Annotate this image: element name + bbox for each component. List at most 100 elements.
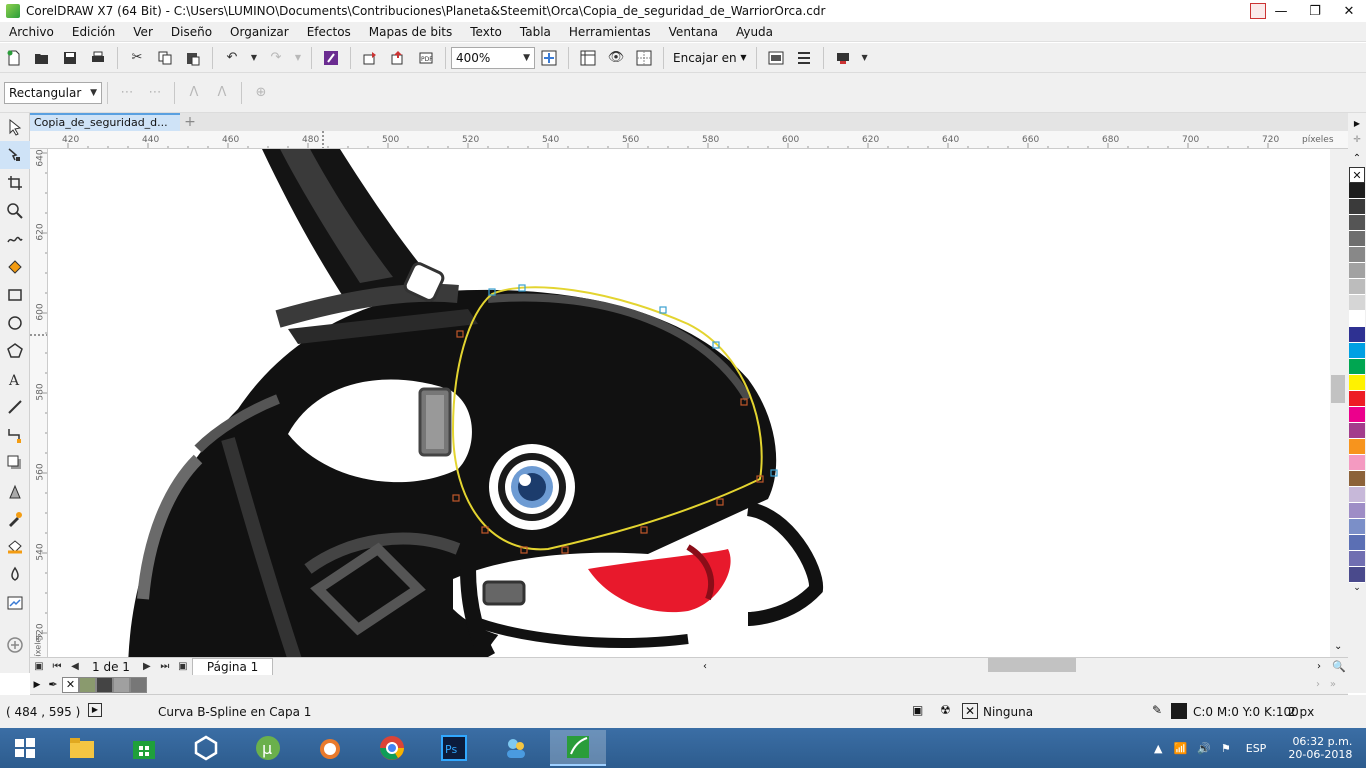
drop-shadow-tool-icon[interactable]: [0, 449, 30, 477]
clamped-node-icon[interactable]: Λ: [183, 82, 205, 104]
volume-icon[interactable]: 🔊: [1197, 742, 1211, 755]
color-swatch[interactable]: [1349, 295, 1365, 311]
snap-to-dropdown[interactable]: Encajar en ▼: [669, 51, 751, 65]
add-page-icon[interactable]: ▣: [174, 661, 192, 672]
last-page-icon[interactable]: ⏭: [156, 661, 174, 672]
coreldraw-taskbar-icon[interactable]: [550, 730, 606, 766]
floating-node-icon[interactable]: Λ: [211, 82, 233, 104]
scroll-right-icon[interactable]: ›: [1317, 661, 1321, 672]
color-swatch[interactable]: [1349, 311, 1365, 327]
photoshop-icon[interactable]: Ps: [426, 730, 482, 766]
color-swatch[interactable]: [1349, 215, 1365, 231]
menu-texto[interactable]: Texto: [461, 25, 511, 39]
cut-icon[interactable]: ✂: [126, 47, 148, 69]
show-grid-icon[interactable]: [633, 47, 655, 69]
doc-no-color-swatch[interactable]: ✕: [62, 676, 79, 693]
horizontal-scroll-thumb[interactable]: [988, 658, 1076, 672]
color-swatch[interactable]: [1349, 343, 1365, 359]
start-button[interactable]: [0, 730, 50, 766]
color-swatch[interactable]: [1349, 535, 1365, 551]
chrome-icon[interactable]: [364, 730, 420, 766]
connector-tool-icon[interactable]: [0, 421, 30, 449]
menu-ventana[interactable]: Ventana: [660, 25, 727, 39]
maximize-button[interactable]: ❐: [1298, 0, 1332, 22]
vertical-scrollbar[interactable]: ⌄: [1330, 149, 1348, 657]
zoom-full-page-icon[interactable]: [538, 47, 560, 69]
color-swatch[interactable]: [1349, 487, 1365, 503]
undo-dropdown-icon[interactable]: ▼: [249, 47, 259, 69]
redo-dropdown-icon[interactable]: ▼: [293, 47, 303, 69]
show-hidden-icons-icon[interactable]: ▲: [1154, 742, 1162, 755]
new-tab-button[interactable]: +: [180, 113, 200, 131]
doc-color-swatch[interactable]: [96, 676, 113, 693]
color-swatch[interactable]: [1349, 519, 1365, 535]
redo-icon[interactable]: ↷: [265, 47, 287, 69]
copy-icon[interactable]: [154, 47, 176, 69]
paste-icon[interactable]: [182, 47, 204, 69]
action-center-flag-icon[interactable]: ⚑: [1221, 742, 1231, 755]
color-swatch[interactable]: [1349, 407, 1365, 423]
doc-palette-scroll-icon[interactable]: ›: [1316, 679, 1320, 690]
file-explorer-icon[interactable]: [54, 730, 110, 766]
next-page-icon[interactable]: ▶: [138, 661, 156, 672]
ellipse-tool-icon[interactable]: [0, 309, 30, 337]
open-folder-icon[interactable]: [31, 47, 53, 69]
gimp-like-icon[interactable]: [302, 730, 358, 766]
scroll-left-icon[interactable]: ‹: [703, 661, 707, 672]
add-tool-icon[interactable]: [0, 631, 30, 659]
rectangle-tool-icon[interactable]: [0, 281, 30, 309]
people-app-icon[interactable]: [488, 730, 544, 766]
color-swatch[interactable]: [1349, 391, 1365, 407]
pick-tool-icon[interactable]: [0, 113, 30, 141]
menu-organizar[interactable]: Organizar: [221, 25, 298, 39]
selection-mode-combo[interactable]: Rectangular ▼: [4, 81, 102, 104]
color-swatch[interactable]: [1349, 503, 1365, 519]
color-swatch[interactable]: [1349, 279, 1365, 295]
shape-tool-icon[interactable]: [0, 141, 30, 169]
clock[interactable]: 06:32 p.m. 20-06-2018: [1288, 735, 1352, 761]
welcome-screen-icon[interactable]: [765, 47, 787, 69]
page-options-icon[interactable]: ▣: [30, 661, 48, 672]
zoom-navigator-icon[interactable]: 🔍: [1332, 660, 1346, 673]
launcher-dropdown-icon[interactable]: ▼: [860, 47, 870, 69]
color-swatch[interactable]: [1349, 247, 1365, 263]
color-swatch[interactable]: [1349, 183, 1365, 199]
outline-tool-icon[interactable]: [0, 589, 30, 617]
color-eyedropper-tool-icon[interactable]: [0, 505, 30, 533]
palette-expand-icon[interactable]: ⌄: [1348, 583, 1366, 595]
document-tab[interactable]: Copia_de_seguridad_d...: [30, 113, 180, 131]
menu-ayuda[interactable]: Ayuda: [727, 25, 782, 39]
previous-page-icon[interactable]: ◀: [66, 661, 84, 672]
new-document-icon[interactable]: [3, 47, 25, 69]
palette-scroll-up-icon[interactable]: ▶: [1348, 119, 1366, 128]
interactive-fill-tool-icon[interactable]: [0, 533, 30, 561]
add-nodes-icon[interactable]: ⋯: [116, 82, 138, 104]
transparency-tool-icon[interactable]: [0, 477, 30, 505]
horizontal-ruler[interactable]: 420 440 460 480 500 520 540 560 580 600 …: [30, 131, 1348, 149]
play-icon[interactable]: ▶: [88, 703, 102, 717]
zoom-tool-icon[interactable]: [0, 197, 30, 225]
application-launcher-icon[interactable]: [832, 47, 854, 69]
menu-tabla[interactable]: Tabla: [511, 25, 560, 39]
drawing-canvas[interactable]: [48, 149, 1330, 657]
doc-palette-expand-icon[interactable]: »: [1330, 679, 1336, 690]
view-mode-icon[interactable]: 👁: [605, 47, 627, 69]
color-swatch[interactable]: [1349, 455, 1365, 471]
color-swatch[interactable]: [1349, 327, 1365, 343]
color-swatch[interactable]: [1349, 199, 1365, 215]
menu-edicion[interactable]: Edición: [63, 25, 124, 39]
export-icon[interactable]: [387, 47, 409, 69]
menu-ver[interactable]: Ver: [124, 25, 162, 39]
save-icon[interactable]: [59, 47, 81, 69]
unity-icon[interactable]: [178, 730, 234, 766]
import-icon[interactable]: [359, 47, 381, 69]
color-swatch[interactable]: [1349, 359, 1365, 375]
search-content-icon[interactable]: [320, 47, 342, 69]
color-swatch[interactable]: [1349, 423, 1365, 439]
menu-efectos[interactable]: Efectos: [298, 25, 360, 39]
vertical-scroll-thumb[interactable]: [1331, 375, 1345, 403]
color-swatch[interactable]: [1349, 567, 1365, 583]
undo-icon[interactable]: ↶: [221, 47, 243, 69]
color-swatch[interactable]: [1349, 439, 1365, 455]
vertical-ruler[interactable]: 640 620 600 580 560 540 520 píxeles: [30, 149, 48, 657]
